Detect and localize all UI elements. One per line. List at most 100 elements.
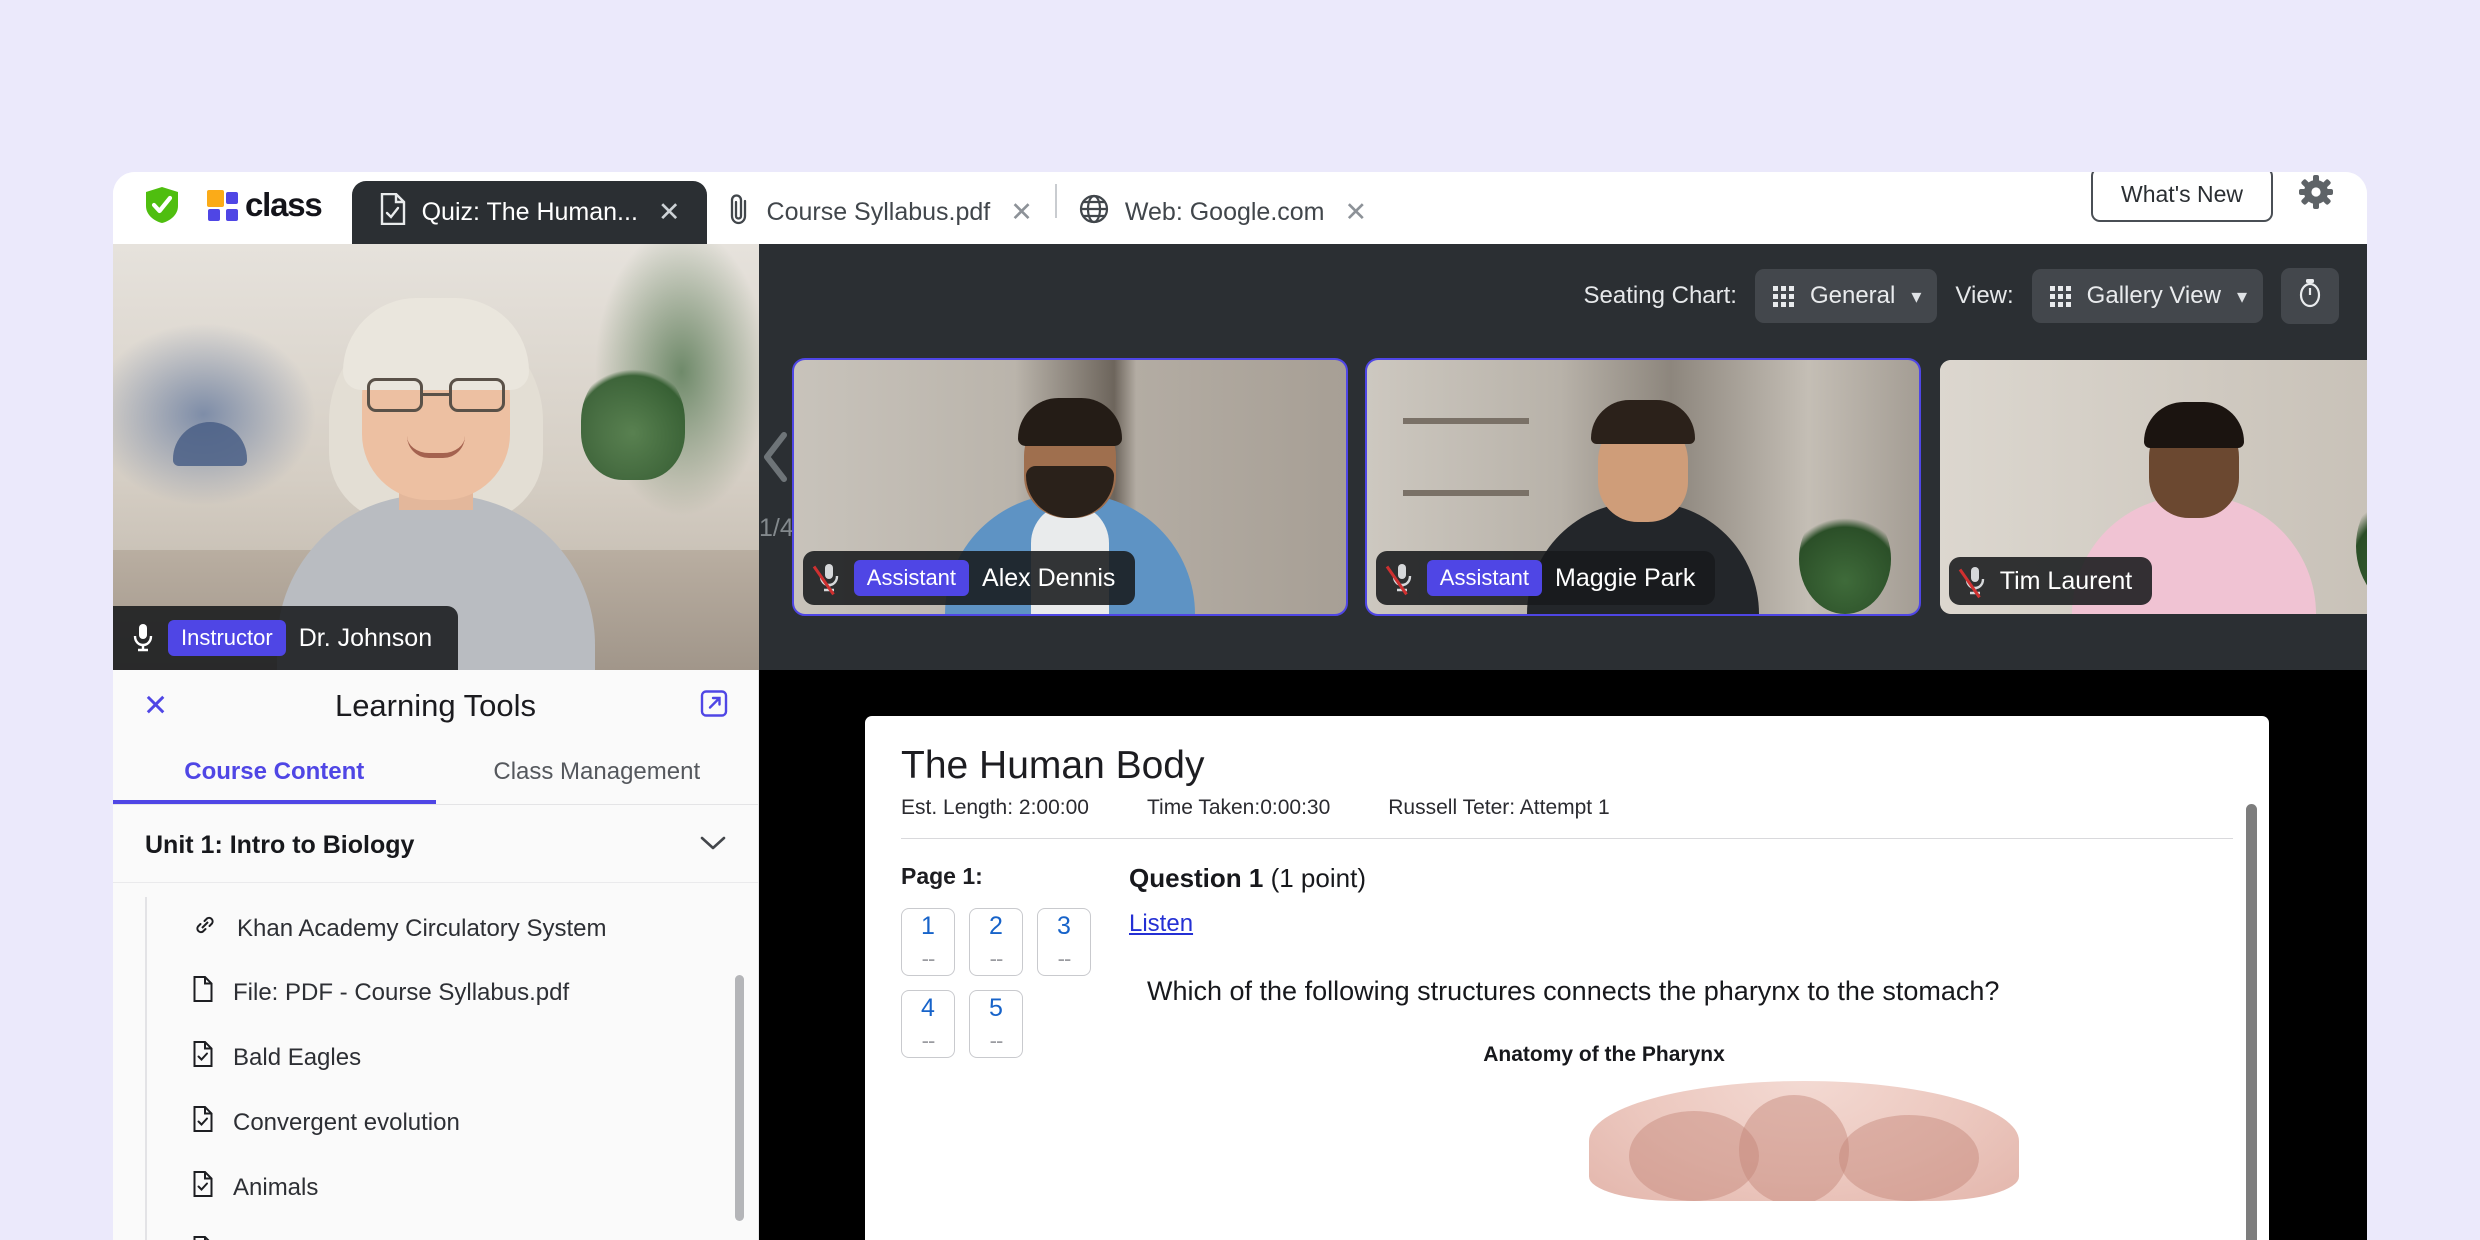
scrollbar-thumb[interactable] (735, 975, 744, 1221)
page-number: 2 (989, 912, 1003, 941)
page-button[interactable]: 3 -- (1037, 908, 1091, 976)
tab-class-management[interactable]: Class Management (436, 742, 759, 804)
seating-chart-select[interactable]: General ▾ (1755, 269, 1937, 323)
pharynx-anatomy-figure (1589, 1081, 2019, 1201)
participant-name: Tim Laurent (2000, 567, 2132, 596)
close-icon[interactable]: ✕ (658, 197, 681, 228)
list-item-label: Bald Eagles (233, 1044, 361, 1072)
participant-name: Alex Dennis (982, 564, 1115, 593)
link-icon (193, 913, 217, 944)
page-status: -- (990, 1028, 1003, 1054)
list-item[interactable]: Animals (145, 1155, 758, 1220)
page-navigator: Page 1: 1 -- 2 -- 3 (901, 863, 1129, 1201)
participant-tile[interactable]: Assistant Alex Dennis (794, 360, 1346, 614)
mic-off-icon (1963, 566, 1987, 596)
question-heading: Question 1 (1 point) (1129, 863, 2229, 894)
participant-tile[interactable]: Tim Laurent (1940, 360, 2367, 614)
gear-icon[interactable] (2299, 175, 2333, 214)
logo-squares-icon (207, 190, 238, 221)
participant-name: Maggie Park (1555, 564, 1695, 593)
participants-carousel: 1/4 (759, 360, 2367, 614)
panel-title: Learning Tools (335, 688, 536, 724)
tab-label: Quiz: The Human... (422, 198, 638, 227)
page-button[interactable]: 2 -- (969, 908, 1023, 976)
quiz-document: The Human Body Est. Length: 2:00:00 Time… (865, 716, 2269, 1240)
unit-header[interactable]: Unit 1: Intro to Biology (113, 805, 758, 883)
instructor-nametag: Instructor Dr. Johnson (113, 606, 458, 670)
view-label: View: (1955, 282, 2013, 310)
page-number: 1 (921, 912, 935, 941)
page-status: -- (990, 946, 1003, 972)
listen-link[interactable]: Listen (1129, 910, 1193, 938)
carousel-prev[interactable]: 1/4 (759, 431, 794, 543)
quiz-document-icon (193, 1236, 213, 1240)
grid-icon (1773, 286, 1794, 307)
close-icon[interactable]: ✕ (1345, 197, 1368, 228)
tab-web-google[interactable]: Web: Google.com ✕ (1057, 181, 1389, 244)
stopwatch-button[interactable] (2281, 268, 2339, 324)
role-badge: Assistant (1427, 560, 1542, 596)
quiz-document-icon (193, 1106, 213, 1139)
quiz-document-icon (193, 1171, 213, 1204)
role-badge: Instructor (168, 620, 286, 656)
participants-area: Seating Chart: General ▾ View: Gallery V… (759, 244, 2367, 670)
mic-off-icon (1390, 563, 1414, 593)
seating-chart-label: Seating Chart: (1584, 282, 1737, 310)
file-icon (193, 976, 213, 1009)
close-icon[interactable]: ✕ (1010, 197, 1033, 228)
learning-tools-tabs: Course Content Class Management (113, 742, 758, 805)
list-item[interactable]: File: PDF - Course Syllabus.pdf (145, 960, 758, 1025)
learning-tools-panel: ✕ Learning Tools Course Content Class Ma… (113, 670, 759, 1240)
page-button[interactable]: 5 -- (969, 990, 1023, 1058)
view-select[interactable]: Gallery View ▾ (2032, 269, 2263, 323)
list-item[interactable]: Convergent evolution (145, 1090, 758, 1155)
page-status: -- (922, 946, 935, 972)
globe-icon (1079, 194, 1109, 231)
list-item-label: Khan Academy Circulatory System (237, 915, 606, 943)
chevron-down-icon[interactable] (700, 835, 726, 856)
role-badge: Assistant (854, 560, 969, 596)
carousel-prev-count: 1/4 (759, 514, 794, 543)
participant-nametag: Assistant Maggie Park (1376, 551, 1716, 605)
stage-toolbar: Seating Chart: General ▾ View: Gallery V… (1584, 268, 2339, 324)
logo-wordmark: class (245, 186, 322, 224)
quiz-viewer: The Human Body Est. Length: 2:00:00 Time… (759, 670, 2367, 1240)
tab-bar: class Quiz: The Human... ✕ Course Syllab… (113, 172, 2367, 244)
question-text: Which of the following structures connec… (1129, 976, 2229, 1007)
shield-check-icon (113, 186, 179, 244)
mic-off-icon (817, 563, 841, 593)
participant-nametag: Tim Laurent (1949, 557, 2152, 605)
instructor-video-tile[interactable]: Instructor Dr. Johnson (113, 244, 759, 670)
quiz-meta: Est. Length: 2:00:00 Time Taken:0:00:30 … (865, 788, 2269, 820)
page-button[interactable]: 4 -- (901, 990, 955, 1058)
question-number: Question 1 (1129, 863, 1263, 893)
page-status: -- (922, 1028, 935, 1054)
whats-new-button[interactable]: What's New (2091, 172, 2273, 222)
open-external-icon[interactable] (700, 690, 728, 723)
page-button[interactable]: 1 -- (901, 908, 955, 976)
class-logo: class (179, 186, 322, 244)
scrollbar-thumb[interactable] (2246, 804, 2257, 1240)
tab-quiz[interactable]: Quiz: The Human... ✕ (352, 181, 707, 244)
page-number: 4 (921, 994, 935, 1023)
view-value: Gallery View (2087, 282, 2221, 310)
quiz-title: The Human Body (865, 716, 2269, 788)
participant-name: Dr. Johnson (299, 624, 432, 653)
tab-label: Course Syllabus.pdf (767, 198, 991, 227)
header-actions: What's New (2091, 172, 2367, 244)
chevron-down-icon: ▾ (1911, 284, 1921, 309)
list-item[interactable]: The Human Body (145, 1220, 758, 1240)
tab-course-syllabus[interactable]: Course Syllabus.pdf ✕ (707, 181, 1055, 244)
tab-course-content[interactable]: Course Content (113, 742, 436, 804)
question-points: (1 point) (1271, 863, 1366, 893)
close-icon[interactable]: ✕ (143, 689, 168, 724)
grid-icon (2050, 286, 2071, 307)
participant-nametag: Assistant Alex Dennis (803, 551, 1136, 605)
page-number: 3 (1057, 912, 1071, 941)
quiz-meta-length: Est. Length: 2:00:00 (901, 796, 1089, 820)
app-window: class Quiz: The Human... ✕ Course Syllab… (113, 172, 2367, 1240)
list-item[interactable]: Bald Eagles (145, 1025, 758, 1090)
seating-chart-value: General (1810, 282, 1895, 310)
list-item[interactable]: Khan Academy Circulatory System (145, 897, 758, 960)
participant-tile[interactable]: Assistant Maggie Park (1367, 360, 1919, 614)
